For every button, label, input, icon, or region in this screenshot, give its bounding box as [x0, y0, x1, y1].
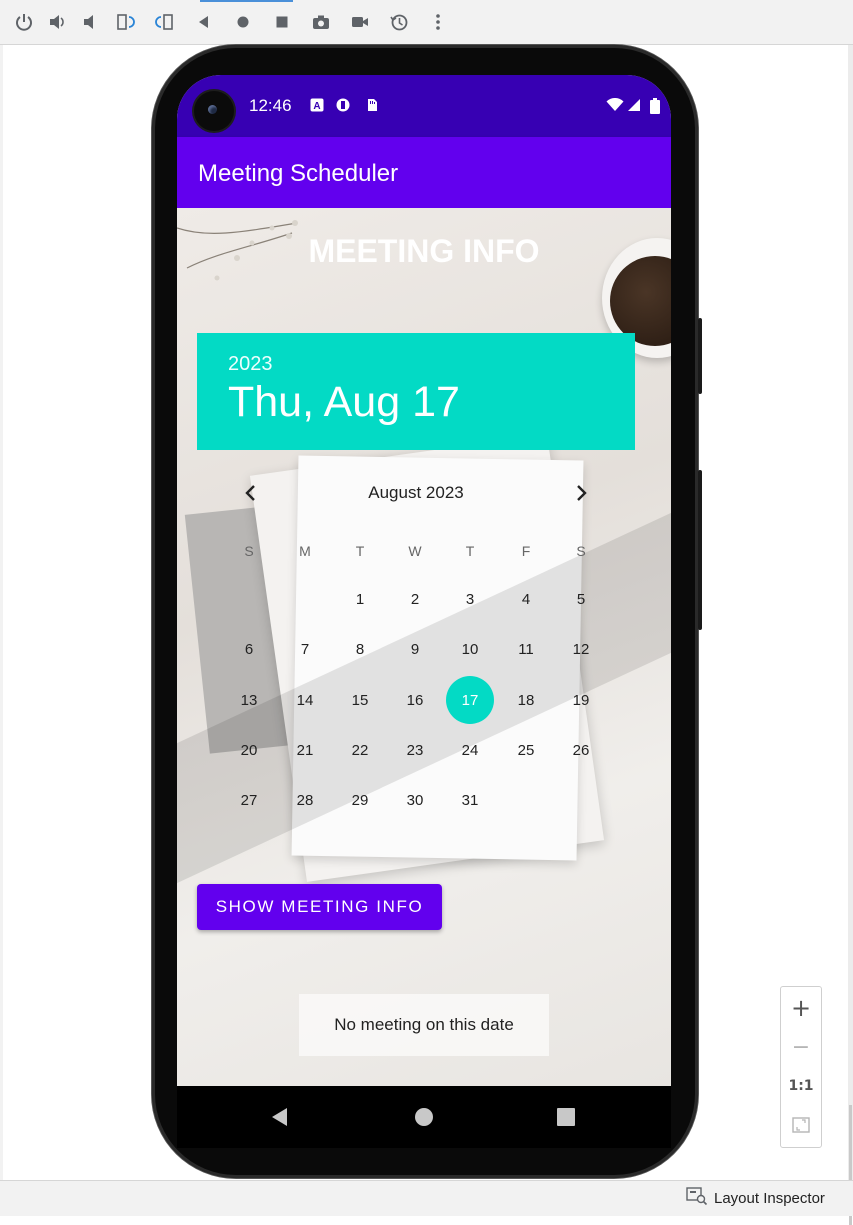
calendar-day[interactable]: 8 — [336, 625, 384, 673]
weekday-label: F — [521, 543, 531, 559]
status-time: 12:46 — [249, 96, 292, 115]
screenshot-icon[interactable] — [310, 11, 332, 33]
layout-inspector-icon — [686, 1186, 708, 1211]
app-title: Meeting Scheduler — [198, 160, 399, 187]
weekday-label: T — [465, 543, 475, 559]
calendar-day[interactable]: 2 — [391, 575, 439, 623]
power-icon[interactable] — [13, 11, 35, 33]
show-meeting-info-button[interactable]: SHOW MEETING INFO — [197, 884, 442, 930]
chevron-right-icon[interactable] — [571, 483, 591, 503]
calendar-day[interactable]: 15 — [336, 676, 384, 724]
calendar-day[interactable]: 24 — [446, 726, 494, 774]
calendar-day[interactable]: 10 — [446, 625, 494, 673]
toolbar-accent — [200, 0, 293, 2]
more-icon[interactable] — [427, 11, 449, 33]
calendar-day[interactable]: 6 — [225, 625, 273, 673]
bottom-status-bar: Layout Inspector — [0, 1180, 853, 1216]
front-camera — [194, 91, 234, 131]
nav-back-icon[interactable] — [267, 1104, 293, 1130]
zoom-in-button[interactable]: + — [781, 989, 821, 1027]
weekday-label: T — [355, 543, 365, 559]
notification-app-icon — [336, 98, 350, 112]
screen-record-icon[interactable] — [349, 11, 371, 33]
nav-home-icon[interactable] — [411, 1104, 437, 1130]
date-picker-year[interactable]: 2023 — [228, 353, 273, 376]
notification-a-icon: A — [310, 98, 324, 112]
zoom-out-button[interactable]: − — [781, 1028, 821, 1066]
wifi-icon — [606, 98, 624, 112]
svg-text:A: A — [313, 101, 320, 112]
calendar-day[interactable]: 12 — [557, 625, 605, 673]
month-label: August 2023 — [368, 483, 464, 502]
weekday-label: S — [244, 543, 254, 559]
navigation-bar — [177, 1086, 671, 1148]
calendar-day[interactable]: 11 — [502, 625, 550, 673]
weekday-label: M — [299, 543, 311, 559]
calendar-day[interactable]: 4 — [502, 575, 550, 623]
calendar-day[interactable]: 23 — [391, 726, 439, 774]
emulator-toolbar — [0, 0, 853, 45]
calendar-day[interactable]: 9 — [391, 625, 439, 673]
rotate-left-icon[interactable] — [114, 11, 136, 33]
nav-overview-icon[interactable] — [553, 1104, 579, 1130]
app-bar: Meeting Scheduler — [177, 137, 671, 208]
calendar-day[interactable]: 7 — [281, 625, 329, 673]
calendar-day[interactable]: 21 — [281, 726, 329, 774]
calendar-day[interactable]: 1 — [336, 575, 384, 623]
phone-power-button — [698, 318, 702, 394]
calendar-day[interactable]: 28 — [281, 776, 329, 824]
status-bar: 12:46 A — [177, 75, 671, 137]
calendar-day[interactable]: 22 — [336, 726, 384, 774]
calendar-day[interactable]: 30 — [391, 776, 439, 824]
meeting-status-message: No meeting on this date — [299, 994, 549, 1056]
rotate-right-icon[interactable] — [154, 11, 176, 33]
calendar-day[interactable]: 29 — [336, 776, 384, 824]
vertical-scrollbar[interactable] — [848, 45, 853, 1225]
battery-icon — [649, 97, 661, 114]
calendar-day[interactable]: 3 — [446, 575, 494, 623]
calendar-day[interactable]: 31 — [446, 776, 494, 824]
meeting-info-heading: MEETING INFO — [308, 233, 540, 269]
signal-icon — [627, 98, 641, 112]
layout-inspector-label: Layout Inspector — [714, 1189, 825, 1207]
calendar-day[interactable]: 14 — [281, 676, 329, 724]
calendar-day[interactable]: 25 — [502, 726, 550, 774]
back-icon[interactable] — [193, 11, 215, 33]
weekday-header: S M T W T F S — [222, 543, 612, 563]
layout-inspector-button[interactable]: Layout Inspector — [686, 1186, 825, 1211]
weekday-label: S — [576, 543, 586, 559]
calendar-day-selected[interactable]: 17 — [446, 676, 494, 724]
calendar-day[interactable]: 26 — [557, 726, 605, 774]
calendar-day[interactable]: 5 — [557, 575, 605, 623]
weekday-label: W — [408, 543, 422, 559]
calendar-day[interactable]: 13 — [225, 676, 273, 724]
calendar-day[interactable]: 16 — [391, 676, 439, 724]
date-picker-header: 2023 Thu, Aug 17 — [197, 333, 635, 450]
phone-volume-button — [698, 470, 702, 630]
zoom-controls: + − 1:1 — [780, 986, 822, 1148]
sd-card-icon — [365, 98, 379, 112]
volume-up-icon[interactable] — [46, 11, 68, 33]
snapshot-icon[interactable] — [388, 11, 410, 33]
month-navigation: August 2023 — [197, 477, 635, 509]
date-picker-selected-date: Thu, Aug 17 — [228, 378, 460, 426]
calendar-day[interactable]: 18 — [502, 676, 550, 724]
zoom-actual-size-button[interactable]: 1:1 — [781, 1067, 821, 1105]
calendar-day[interactable]: 27 — [225, 776, 273, 824]
zoom-fit-screen-icon[interactable] — [781, 1106, 821, 1144]
volume-down-icon[interactable] — [79, 11, 101, 33]
overview-icon[interactable] — [271, 11, 293, 33]
device-screen: 12:46 A Meeting Scheduler MEETING INFO 2… — [177, 75, 671, 1086]
home-icon[interactable] — [232, 11, 254, 33]
calendar-day[interactable]: 20 — [225, 726, 273, 774]
calendar-day[interactable]: 19 — [557, 676, 605, 724]
